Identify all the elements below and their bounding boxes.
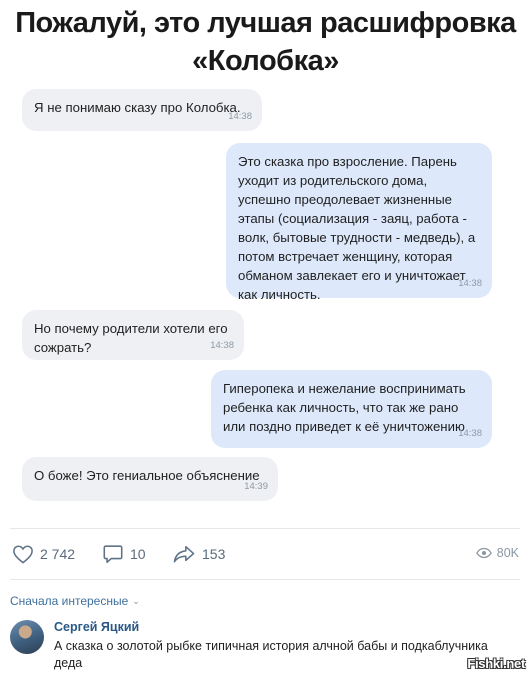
views-count: 80K	[496, 546, 519, 560]
comment-icon	[103, 545, 123, 564]
message-time: 14:38	[228, 111, 252, 122]
message-text: Это сказка про взросление. Парень уходит…	[238, 154, 476, 302]
message-bubble: О боже! Это гениальное объяснение 14:39	[22, 457, 278, 501]
sort-label: Сначала интересные	[10, 594, 129, 608]
message-time: 14:38	[210, 340, 234, 351]
like-count: 2 742	[40, 546, 76, 562]
message-bubble: Гиперопека и нежелание воспринимать ребе…	[211, 370, 492, 448]
like-button[interactable]: 2 742	[12, 542, 75, 566]
post-actions-bar: 2 742 10 153 80K	[0, 538, 531, 572]
share-button[interactable]: 153	[172, 542, 225, 566]
divider	[10, 579, 520, 580]
comment-text: А сказка о золотой рыбке типичная истори…	[54, 639, 488, 670]
message-text: Я не понимаю сказу про Колобка.	[34, 100, 241, 115]
message-time: 14:39	[244, 481, 268, 492]
message-time: 14:38	[458, 428, 482, 439]
eye-icon	[475, 547, 492, 559]
message-bubble: Это сказка про взросление. Парень уходит…	[226, 143, 492, 302]
share-count: 153	[202, 546, 226, 562]
comment-author-link[interactable]: Сергей Яцкий	[54, 620, 139, 634]
heart-icon	[13, 545, 33, 564]
comments-sort-dropdown[interactable]: Сначала интересные ⌄	[10, 594, 140, 608]
message-bubble: Я не понимаю сказу про Колобка. 14:38	[22, 89, 262, 131]
comment-button[interactable]: 10	[102, 542, 146, 566]
comment-count: 10	[130, 546, 146, 562]
message-text: Но почему родители хотели его сожрать?	[34, 321, 228, 355]
share-arrow-icon	[173, 545, 195, 563]
message-text: Гиперопека и нежелание воспринимать ребе…	[223, 381, 466, 434]
watermark: Fishki.net	[467, 656, 525, 671]
views-counter: 80K	[475, 546, 519, 560]
chevron-down-icon: ⌄	[132, 595, 140, 606]
message-bubble: Но почему родители хотели его сожрать? 1…	[22, 310, 244, 360]
divider	[10, 528, 520, 529]
chat-screenshot: Я не понимаю сказу про Колобка. 14:38 Эт…	[0, 0, 531, 530]
message-time: 14:38	[458, 278, 482, 289]
avatar[interactable]	[10, 620, 44, 654]
message-text: О боже! Это гениальное объяснение	[34, 468, 260, 483]
